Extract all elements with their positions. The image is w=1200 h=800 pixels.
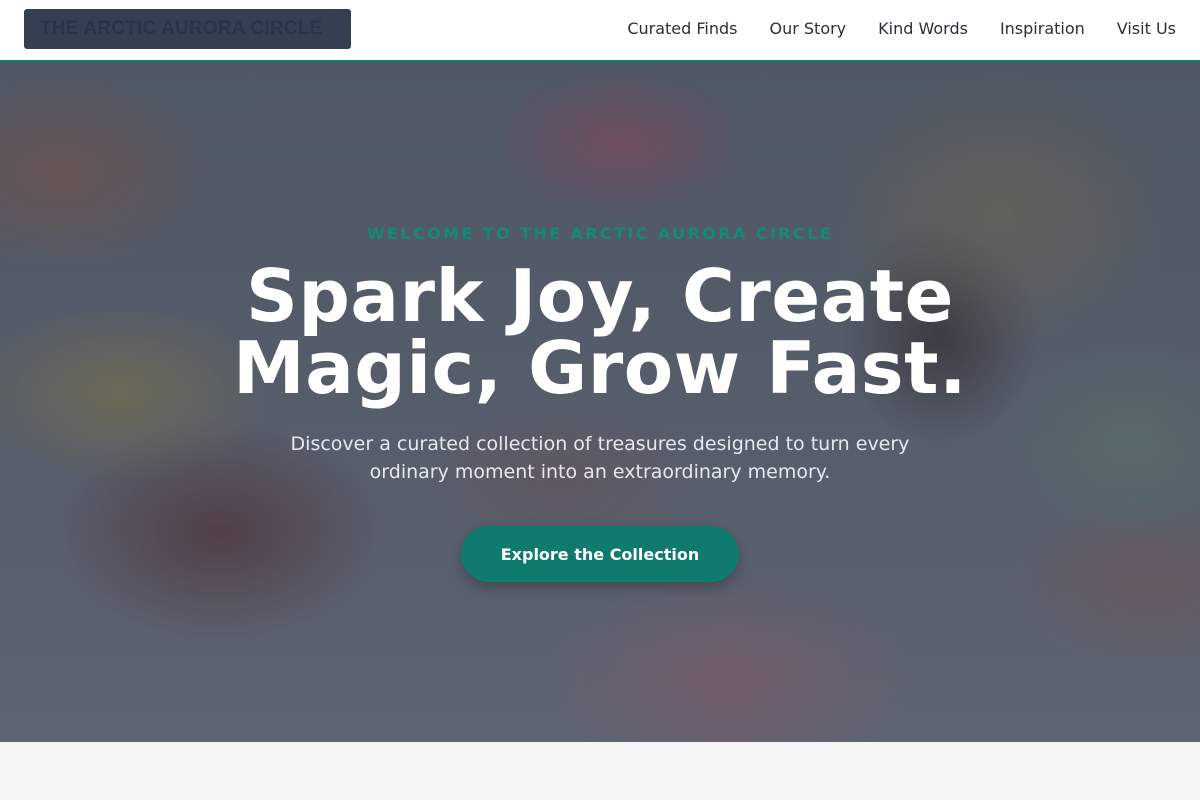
nav-link-visit-us[interactable]: Visit Us — [1117, 19, 1176, 38]
next-section — [0, 742, 1200, 800]
hero-content: WELCOME TO THE ARCTIC AURORA CIRCLE Spar… — [0, 62, 1200, 742]
explore-collection-button[interactable]: Explore the Collection — [461, 526, 739, 582]
nav-link-kind-words[interactable]: Kind Words — [878, 19, 968, 38]
site-header: THE ARCTIC AURORA CIRCLE Curated Finds O… — [0, 0, 1200, 62]
hero-eyebrow: WELCOME TO THE ARCTIC AURORA CIRCLE — [366, 224, 833, 243]
nav-link-curated-finds[interactable]: Curated Finds — [627, 19, 737, 38]
main-nav: Curated Finds Our Story Kind Words Inspi… — [627, 19, 1176, 38]
hero-headline: Spark Joy, Create Magic, Grow Fast. — [150, 260, 1050, 404]
site-logo[interactable]: THE ARCTIC AURORA CIRCLE — [24, 9, 351, 49]
hero-section: WELCOME TO THE ARCTIC AURORA CIRCLE Spar… — [0, 62, 1200, 742]
hero-headline-line-2: Magic, Grow Fast. — [233, 326, 967, 410]
hero-subtitle: Discover a curated collection of treasur… — [290, 433, 910, 483]
nav-link-inspiration[interactable]: Inspiration — [1000, 19, 1085, 38]
nav-link-our-story[interactable]: Our Story — [769, 19, 846, 38]
